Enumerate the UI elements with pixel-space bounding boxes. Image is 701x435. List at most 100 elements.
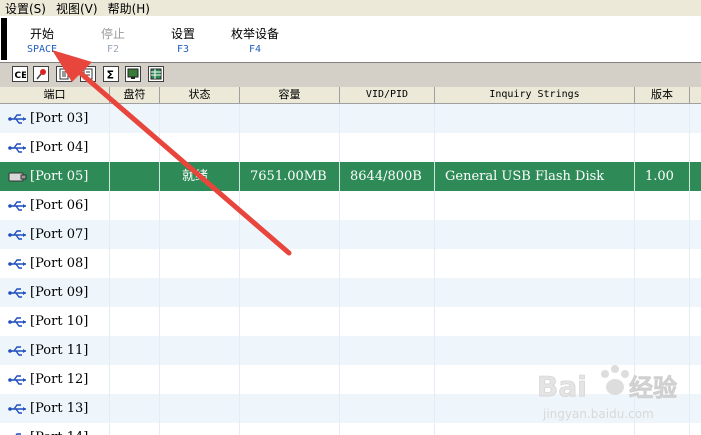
table-row[interactable]: [Port 12] [0,365,701,394]
table-row[interactable]: [Port 03] [0,104,701,133]
col-drive[interactable]: 盘符 [110,87,160,103]
inquiry-cell [435,104,635,133]
drive-cell [110,336,160,365]
drive-cell [110,220,160,249]
usb-icon [8,201,26,211]
port-label: [Port 14] [30,430,88,435]
port-cell: [Port 12] [0,365,110,394]
status-cell [160,220,240,249]
col-inquiry[interactable]: Inquiry Strings [435,87,635,103]
col-status[interactable]: 状态 [160,87,240,103]
status-cell [160,307,240,336]
port-cell: [Port 10] [0,307,110,336]
svg-text:Σ: Σ [107,69,115,81]
capacity-cell [240,220,340,249]
port-label: [Port 05] [30,169,89,184]
table-row[interactable]: [Port 07] [0,220,701,249]
capacity-cell [240,365,340,394]
table-header: 端口 盘符 状态 容量 VID/PID Inquiry Strings 版本 [0,87,701,104]
vidpid-cell [340,191,435,220]
drive-cell [110,423,160,435]
col-capacity[interactable]: 容量 [240,87,340,103]
capacity-cell [240,423,340,435]
port-cell: [Port 09] [0,278,110,307]
pin-icon[interactable] [33,66,49,82]
table-row[interactable]: [Port 14] [0,423,701,435]
col-version[interactable]: 版本 [635,87,690,103]
ce-icon[interactable]: CE [12,66,28,82]
table-row[interactable]: [Port 10] [0,307,701,336]
settings-button-label: 设置 [170,27,195,41]
usb-icon [8,288,26,298]
inquiry-cell [435,336,635,365]
table-row[interactable]: [Port 06] [0,191,701,220]
table-row[interactable]: [Port 09] [0,278,701,307]
toolbar-edge [1,18,7,60]
stop-button-shortcut: F2 [106,44,120,55]
vidpid-cell [340,394,435,423]
port-cell: [Port 03] [0,104,110,133]
port-label: [Port 09] [30,285,89,300]
capacity-cell [240,307,340,336]
capacity-cell [240,191,340,220]
inquiry-cell [435,133,635,162]
status-cell [160,278,240,307]
document-icon[interactable] [56,66,72,82]
status-cell [160,365,240,394]
col-port[interactable]: 端口 [0,87,110,103]
menu-help[interactable]: 帮助(H) [103,0,155,17]
capacity-cell: 7651.00MB [240,162,340,191]
port-label: [Port 03] [30,111,89,126]
port-cell: [Port 04] [0,133,110,162]
usb-icon [8,143,26,153]
port-label: [Port 07] [30,227,89,242]
version-cell: 1.00 [635,162,690,191]
capacity-cell [240,278,340,307]
stop-button[interactable]: 停止 F2 [96,27,130,57]
port-label: [Port 11] [30,343,89,358]
inquiry-cell [435,278,635,307]
port-label: [Port 08] [30,256,89,271]
port-cell: [Port 14] [0,423,110,435]
status-cell [160,191,240,220]
version-cell [635,220,690,249]
port-cell: [Port 13] [0,394,110,423]
inquiry-cell: General USB Flash Disk [435,162,635,191]
port-cell: [Port 07] [0,220,110,249]
drive-cell [110,307,160,336]
capacity-cell [240,104,340,133]
drive-cell [110,191,160,220]
monitor-icon[interactable] [125,66,141,82]
icon-toolbar: CE Σ [0,63,701,85]
version-cell [635,191,690,220]
vidpid-cell: 8644/800B [340,162,435,191]
table-icon[interactable] [148,66,164,82]
port-cell: [Port 11] [0,336,110,365]
table-row[interactable]: [Port 08] [0,249,701,278]
document-icon-2[interactable] [80,66,96,82]
version-cell [635,278,690,307]
stop-button-label: 停止 [100,27,125,41]
inquiry-cell [435,191,635,220]
table-row-selected[interactable]: [Port 05] 就绪 7651.00MB 8644/800B General USB… [0,162,701,191]
svg-text:CE: CE [15,71,27,80]
enumerate-devices-button[interactable]: 枚举设备 F4 [226,27,284,57]
status-cell [160,133,240,162]
start-button-label: 开始 [29,27,54,41]
status-cell [160,394,240,423]
menu-view[interactable]: 视图(V) [51,0,103,17]
vidpid-cell [340,365,435,394]
start-button[interactable]: 开始 SPACE [22,27,62,57]
sigma-icon[interactable]: Σ [103,66,119,82]
settings-button[interactable]: 设置 F3 [166,27,200,57]
col-vidpid[interactable]: VID/PID [340,87,435,103]
inquiry-cell [435,307,635,336]
vidpid-cell [340,249,435,278]
table-row[interactable]: [Port 04] [0,133,701,162]
menu-settings[interactable]: 设置(S) [0,0,51,17]
inquiry-cell [435,249,635,278]
table-row[interactable]: [Port 11] [0,336,701,365]
enumerate-devices-label: 枚举设备 [230,27,279,41]
table-row[interactable]: [Port 13] [0,394,701,423]
usb-icon [8,404,26,414]
